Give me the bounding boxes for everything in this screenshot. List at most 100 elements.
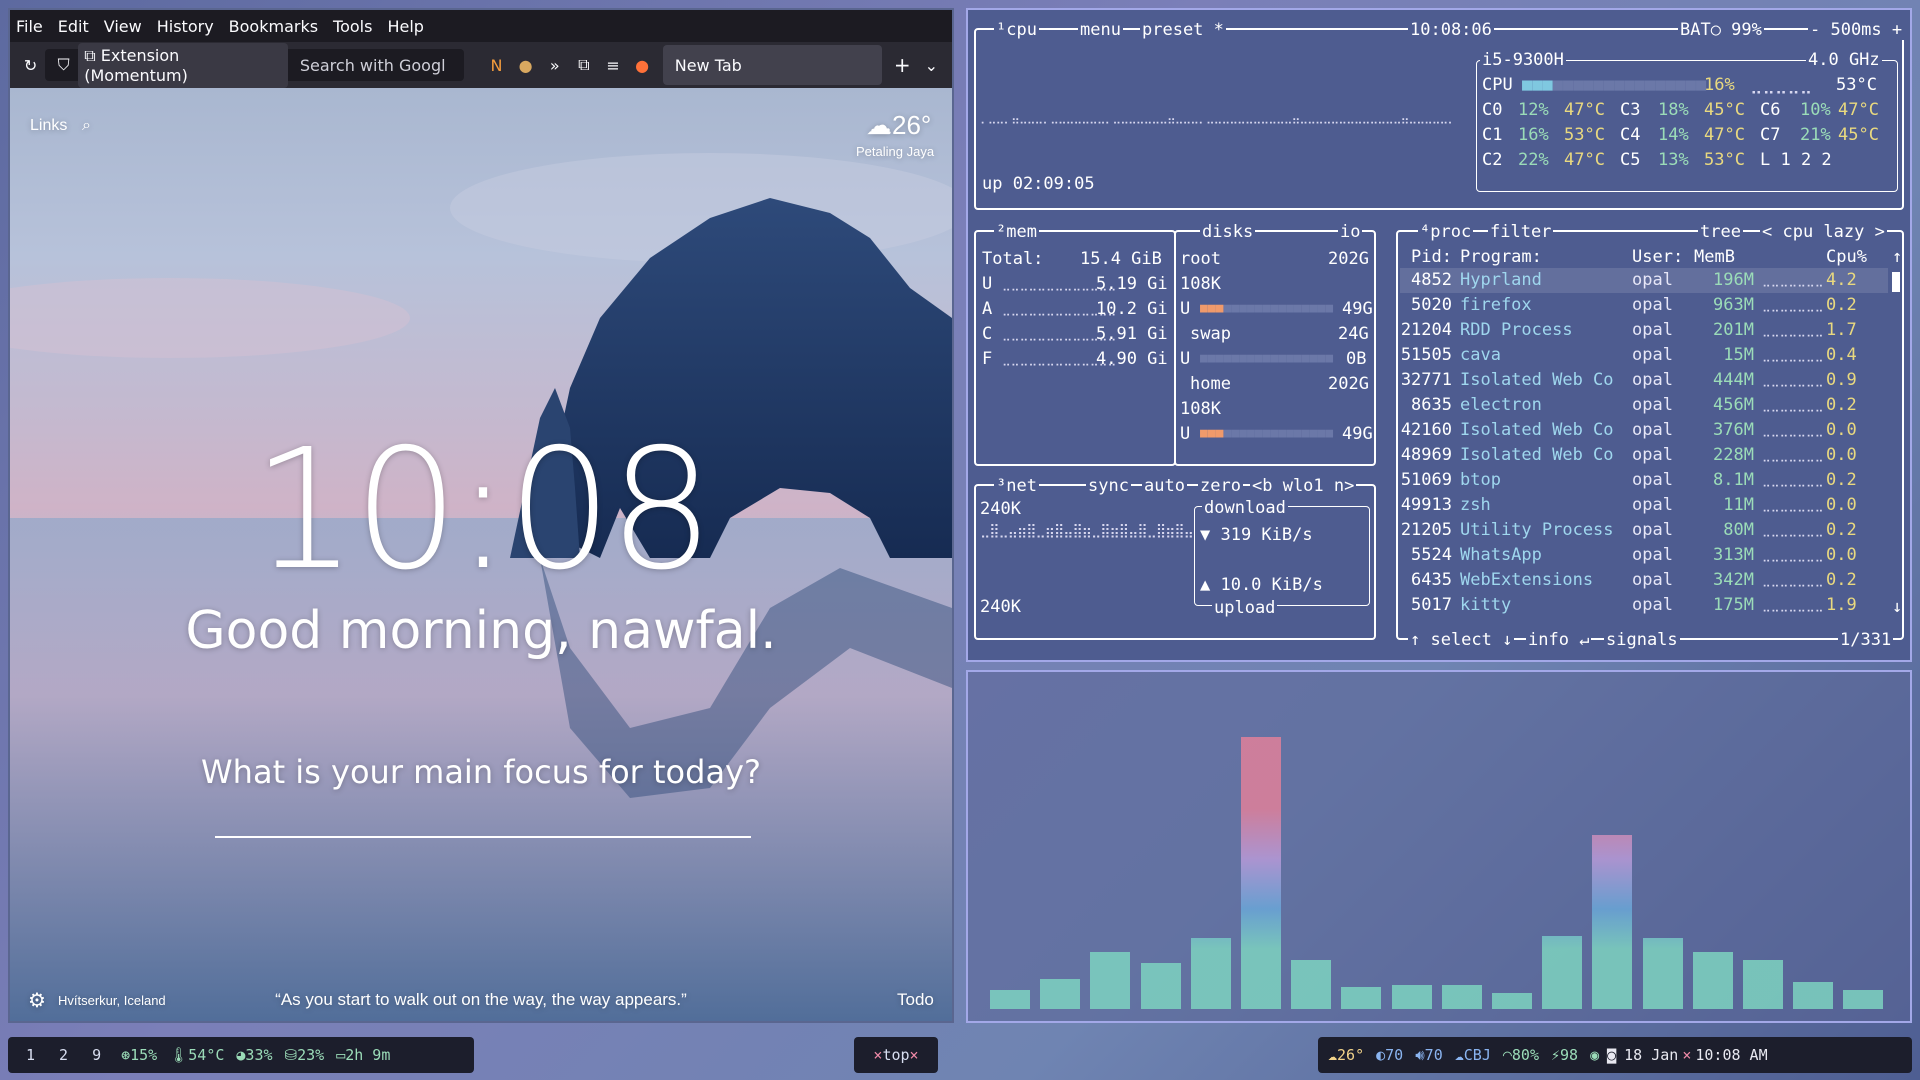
cpu-tab[interactable]: ¹cpu — [994, 20, 1039, 40]
tab-new-tab[interactable]: New Tab — [663, 45, 882, 85]
extensions-icon[interactable]: ⧉ — [569, 55, 598, 75]
overflow-chevron-icon[interactable]: » — [540, 56, 569, 75]
tray-brightness[interactable]: 70 — [1385, 1046, 1403, 1064]
cpu-graph: ⡀⣀⣀⡀⣤⣀⣀⣀⡀⣀⣀⣀⣀⣀⣀⣀⡀⣀⣀⣀⣀⣀⣀⣀⣤⣀⣀⣀⡀⣀⣀⣀⣀⣀⣀⣀⣀⣀⣀⣀… — [980, 106, 1455, 128]
process-row[interactable]: 21204RDD Processopal201M1.7⣀⣀⣀⣀⣀⣀⣀ — [1400, 318, 1888, 343]
tab-list-chevron-icon[interactable]: ⌄ — [917, 56, 946, 75]
net-interface[interactable]: <b wlo1 n> — [1250, 476, 1356, 496]
core-c7-temp: 45°C — [1838, 124, 1879, 146]
menu-tab[interactable]: menu — [1078, 20, 1123, 40]
new-tab-plus-icon[interactable]: + — [888, 53, 917, 77]
col-cpu[interactable]: Cpu% — [1826, 246, 1867, 268]
core-c3-temp: 45°C — [1704, 99, 1745, 121]
weather-widget[interactable]: ☁26° — [866, 110, 931, 141]
cava-bar — [1341, 987, 1381, 1009]
tray-volume[interactable]: 70 — [1425, 1046, 1443, 1064]
proc-tree-toggle[interactable]: tree — [1698, 222, 1743, 242]
mem-used-label: U — [982, 273, 992, 295]
process-pid: 8635 — [1400, 394, 1452, 416]
focus-question: What is your main focus for today? — [10, 753, 952, 791]
col-pid[interactable]: Pid: — [1400, 246, 1452, 268]
process-row[interactable]: 4852Hyprlandopal196M4.2⣀⣀⣀⣀⣀⣀⣀ — [1400, 268, 1888, 293]
menu-history[interactable]: History — [157, 17, 214, 36]
shield-icon[interactable]: ⛉ — [49, 55, 78, 75]
process-row[interactable]: 21205Utility Processopal80M0.2⣀⣀⣀⣀⣀⣀⣀ — [1400, 518, 1888, 543]
menu-bookmarks[interactable]: Bookmarks — [229, 17, 318, 36]
tray-wifi[interactable]: 80% — [1512, 1046, 1539, 1064]
scroll-up-icon[interactable]: ↑ — [1892, 246, 1902, 268]
process-row[interactable]: 5524WhatsAppopal313M0.0⣀⣀⣀⣀⣀⣀⣀ — [1400, 543, 1888, 568]
extension-identity[interactable]: ⧉ Extension (Momentum) — [78, 43, 288, 88]
search-icon[interactable]: ⌕ — [82, 117, 91, 135]
url-bar[interactable]: ⛉ ⧉ Extension (Momentum) Search with Goo… — [45, 49, 464, 81]
todo-button[interactable]: Todo — [897, 990, 934, 1010]
core-c7: C7 — [1760, 124, 1780, 146]
process-row[interactable]: 49913zshopal11M0.0⣀⣀⣀⣀⣀⣀⣀ — [1400, 493, 1888, 518]
upload-speed: ▲ 10.0 KiB/s — [1200, 574, 1323, 596]
mem-available-label: A — [982, 298, 992, 320]
whatsapp-icon[interactable]: ◉ — [1590, 1046, 1599, 1064]
workspace-2[interactable]: 2 — [59, 1046, 68, 1064]
proc-scrollbar[interactable] — [1892, 272, 1900, 292]
active-window-pill[interactable]: × top × — [854, 1037, 938, 1073]
core-c4-pct: 14% — [1658, 124, 1689, 146]
proc-sort[interactable]: < cpu lazy > — [1760, 222, 1887, 242]
tray-battery[interactable]: 98 — [1560, 1046, 1578, 1064]
process-row[interactable]: 5017kittyopal175M1.9⣀⣀⣀⣀⣀⣀⣀ — [1400, 593, 1888, 618]
menu-tools[interactable]: Tools — [333, 17, 372, 36]
process-pid: 51505 — [1400, 344, 1452, 366]
workspace-1[interactable]: 1 — [26, 1046, 35, 1064]
net-zero[interactable]: zero — [1198, 476, 1243, 496]
menu-edit[interactable]: Edit — [58, 17, 89, 36]
process-pid: 5017 — [1400, 594, 1452, 616]
process-row[interactable]: 42160Isolated Web Coopal376M0.0⣀⣀⣀⣀⣀⣀⣀ — [1400, 418, 1888, 443]
extension-n-icon[interactable]: N — [482, 56, 511, 75]
process-row[interactable]: 8635electronopal456M0.2⣀⣀⣀⣀⣀⣀⣀ — [1400, 393, 1888, 418]
process-row[interactable]: 51505cavaopal15M0.4⣀⣀⣀⣀⣀⣀⣀ — [1400, 343, 1888, 368]
process-row[interactable]: 51069btopopal8.1M0.2⣀⣀⣀⣀⣀⣀⣀ — [1400, 468, 1888, 493]
process-cpu-graph: ⣀⣀⣀⣀⣀⣀⣀ — [1762, 544, 1824, 566]
scroll-down-icon[interactable]: ↓ — [1892, 596, 1902, 618]
tray-weather[interactable]: 26° — [1337, 1046, 1364, 1064]
cpu-total-pct: 16% — [1704, 74, 1735, 96]
signals-hint[interactable]: signals — [1604, 630, 1680, 650]
col-memb[interactable]: MemB — [1694, 246, 1735, 268]
menu-view[interactable]: View — [104, 17, 142, 36]
core-c6-pct: 10% — [1800, 99, 1831, 121]
process-table: Pid: Program: User: MemB Cpu% 4852Hyprla… — [1400, 246, 1888, 618]
process-cpu-graph: ⣀⣀⣀⣀⣀⣀⣀ — [1762, 344, 1824, 366]
hamburger-menu-icon[interactable]: ≡ — [598, 56, 627, 75]
process-row[interactable]: 6435WebExtensionsopal342M0.2⣀⣀⣀⣀⣀⣀⣀ — [1400, 568, 1888, 593]
select-hint[interactable]: ↑ select ↓ — [1408, 630, 1514, 650]
nav-toolbar: ↻ ⛉ ⧉ Extension (Momentum) Search with G… — [10, 42, 952, 88]
reload-icon[interactable]: ↻ — [16, 56, 45, 75]
workspace-9[interactable]: 9 — [92, 1046, 101, 1064]
info-hint[interactable]: info ↵ — [1526, 630, 1591, 650]
net-auto[interactable]: auto — [1142, 476, 1187, 496]
process-pid: 21205 — [1400, 519, 1452, 541]
process-row[interactable]: 32771Isolated Web Coopal444M0.9⣀⣀⣀⣀⣀⣀⣀ — [1400, 368, 1888, 393]
tray-city[interactable]: CBJ — [1464, 1046, 1491, 1064]
preset-tab[interactable]: preset * — [1140, 20, 1226, 40]
col-program[interactable]: Program: — [1460, 246, 1542, 268]
mem-cached-value: 5.91 Gi — [1096, 323, 1168, 345]
process-cpu: 4.2 — [1826, 269, 1857, 291]
proc-filter[interactable]: filter — [1488, 222, 1553, 242]
update-interval[interactable]: - 500ms + — [1808, 20, 1904, 40]
core-c1-temp: 53°C — [1564, 124, 1605, 146]
url-input[interactable]: Search with Googl — [300, 56, 460, 75]
core-c6-temp: 47°C — [1838, 99, 1879, 121]
focus-input[interactable] — [215, 836, 751, 838]
process-user: opal — [1632, 519, 1673, 541]
menu-help[interactable]: Help — [387, 17, 423, 36]
col-user[interactable]: User: — [1632, 246, 1683, 268]
io-toggle[interactable]: io — [1338, 222, 1362, 242]
extension-avatar-icon[interactable]: ● — [511, 56, 540, 75]
discord-icon[interactable]: ◙ — [1607, 1046, 1616, 1064]
links-button[interactable]: Links — [30, 117, 67, 135]
process-row[interactable]: 5020firefoxopal963M0.2⣀⣀⣀⣀⣀⣀⣀ — [1400, 293, 1888, 318]
process-row[interactable]: 48969Isolated Web Coopal228M0.0⣀⣀⣀⣀⣀⣀⣀ — [1400, 443, 1888, 468]
net-sync[interactable]: sync — [1086, 476, 1131, 496]
process-cpu: 0.2 — [1826, 294, 1857, 316]
menu-file[interactable]: File — [16, 17, 43, 36]
